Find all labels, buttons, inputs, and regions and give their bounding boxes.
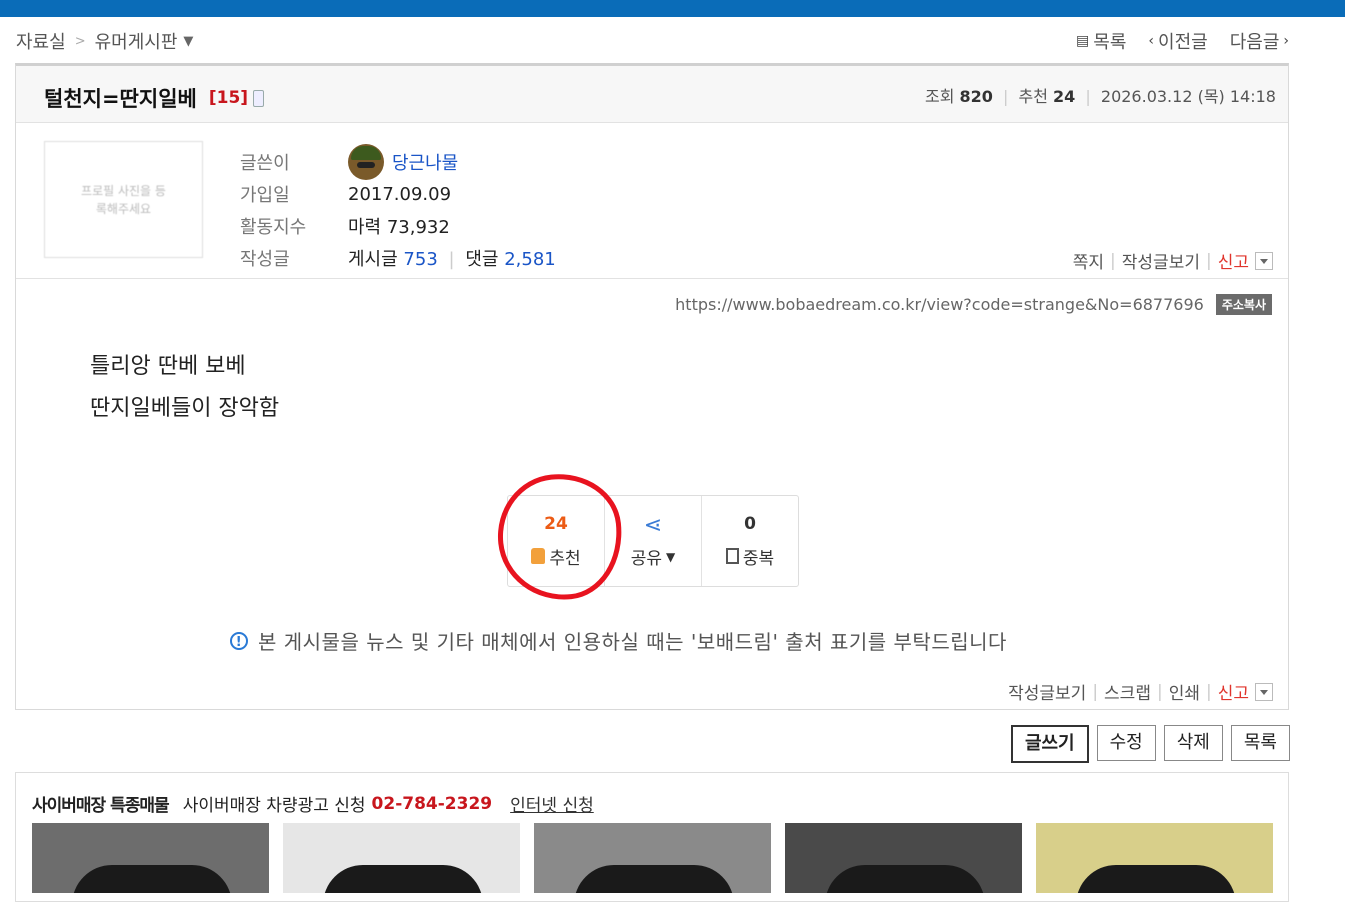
duplicate-count: 0 xyxy=(744,513,756,534)
breadcrumb-root[interactable]: 자료실 xyxy=(16,28,66,54)
list-icon: ▤ xyxy=(1076,33,1090,49)
report-link[interactable]: 신고 xyxy=(1218,248,1249,273)
duplicate-label: 중복 xyxy=(742,548,775,569)
post-body-line: 틀리앙 딴베 보베 xyxy=(90,354,246,379)
citation-notice: ! 본 게시물을 뉴스 및 기타 매체에서 인용하실 때는 '보배드림' 출처 … xyxy=(230,626,1007,655)
post-url: https://www.bobaedream.co.kr/view?code=s… xyxy=(675,294,1272,315)
posts-summary: 게시글 753 | 댓글 2,581 xyxy=(348,249,556,270)
cyber-apply-link[interactable]: 인터넷 신청 xyxy=(510,791,594,816)
post-footer-actions: 작성글보기 | 스크랩 | 인쇄 | 신고 xyxy=(1008,679,1273,704)
car-thumbnail[interactable] xyxy=(534,823,771,893)
write-button[interactable]: 글쓰기 xyxy=(1010,725,1089,763)
activity-value: 마력 73,932 xyxy=(348,217,450,238)
car-thumbnail[interactable] xyxy=(32,823,269,893)
chevron-right-icon: › xyxy=(1283,33,1289,49)
breadcrumb-separator: > xyxy=(74,33,86,49)
avatar xyxy=(348,144,384,180)
nickname-text: 당근나물 xyxy=(392,153,459,174)
edit-button[interactable]: 수정 xyxy=(1096,725,1156,761)
recommend-label: 추천 xyxy=(1018,87,1048,106)
list-label: 목록 xyxy=(1093,32,1127,53)
thumbs-up-icon xyxy=(531,548,546,564)
share-button[interactable]: ⋖ 공유 ▼ xyxy=(605,496,702,586)
board-posts-count[interactable]: 753 xyxy=(403,249,437,270)
citation-notice-text: 본 게시물을 뉴스 및 기타 매체에서 인용하실 때는 '보배드림' 출처 표기… xyxy=(258,630,1007,654)
scrap-link[interactable]: 스크랩 xyxy=(1104,679,1151,704)
post-title: 털천지=딴지일베 [15] xyxy=(44,83,265,113)
breadcrumb: 자료실 > 유머게시판 ▼ xyxy=(16,28,193,54)
view-posts-link[interactable]: 작성글보기 xyxy=(1122,248,1200,273)
board-posts-label: 게시글 xyxy=(348,249,398,270)
delete-button[interactable]: 삭제 xyxy=(1163,725,1223,761)
car-thumbnails xyxy=(32,823,1273,893)
activity-label: 활동지수 xyxy=(240,217,307,238)
print-link[interactable]: 인쇄 xyxy=(1169,679,1200,704)
recommend-count: 24 xyxy=(544,513,568,534)
mobile-icon xyxy=(253,89,265,107)
comment-count[interactable]: [15] xyxy=(209,88,248,108)
profile-photo-placeholder: 프로필 사진을 등록해주세요 xyxy=(44,141,203,258)
chevron-left-icon: ‹ xyxy=(1148,33,1155,49)
dropdown-toggle[interactable] xyxy=(1255,682,1273,701)
car-thumbnail[interactable] xyxy=(283,823,520,893)
join-label: 가입일 xyxy=(240,185,290,206)
divider xyxy=(16,278,1288,279)
caret-down-icon: ▼ xyxy=(666,549,676,564)
top-bar xyxy=(0,0,1345,17)
comments-count[interactable]: 2,581 xyxy=(504,249,556,270)
views-count: 820 xyxy=(959,87,993,106)
recommend-count-meta: 24 xyxy=(1053,87,1076,106)
author-info: 글쓴이 당근나물 가입일 2017.09.09 활동지수 마력 73,932 작… xyxy=(240,144,556,274)
list-button[interactable]: 목록 xyxy=(1230,725,1290,761)
post-body-line: 딴지일베들이 장악함 xyxy=(90,396,280,421)
dropdown-toggle[interactable] xyxy=(1255,251,1273,270)
cyber-store-header: 사이버매장 특종매물 사이버매장 차량광고 신청 02-784-2329 인터넷… xyxy=(32,791,594,817)
car-thumbnail[interactable] xyxy=(785,823,1022,893)
next-link[interactable]: 다음글 › xyxy=(1230,28,1289,54)
share-label: 공유 xyxy=(630,549,663,569)
document-icon xyxy=(725,548,739,564)
author-nickname[interactable]: 당근나물 xyxy=(348,144,458,180)
cyber-store-section: 사이버매장 특종매물 사이버매장 차량광고 신청 02-784-2329 인터넷… xyxy=(15,772,1289,902)
post-title-text: 털천지=딴지일베 xyxy=(44,87,197,111)
car-thumbnail[interactable] xyxy=(1036,823,1273,893)
posts-label: 작성글 xyxy=(240,249,290,270)
post-navigation: ▤ 목록 ‹ 이전글 다음글 › xyxy=(1076,28,1289,54)
comments-label: 댓글 xyxy=(465,249,499,270)
post-body: 틀리앙 딴베 보베 딴지일베들이 장악함 xyxy=(90,346,279,430)
chevron-down-icon[interactable]: ▼ xyxy=(183,34,193,49)
post-container: 털천지=딴지일베 [15] 조회 820 | 추천 24 | 2026.03.1… xyxy=(15,63,1289,710)
message-link[interactable]: 쪽지 xyxy=(1073,248,1104,273)
report-link[interactable]: 신고 xyxy=(1218,679,1249,704)
info-icon: ! xyxy=(230,631,248,650)
cyber-ad-text: 사이버매장 차량광고 신청 xyxy=(182,796,366,816)
cyber-store-title: 사이버매장 특종매물 xyxy=(32,796,170,816)
writer-label: 글쓴이 xyxy=(240,153,290,174)
cyber-phone: 02-784-2329 xyxy=(371,793,493,814)
author-actions: 쪽지 | 작성글보기 | 신고 xyxy=(1073,248,1273,273)
post-meta: 조회 820 | 추천 24 | 2026.03.12 (목) 14:18 xyxy=(924,87,1276,106)
next-label: 다음글 xyxy=(1229,32,1280,53)
breadcrumb-board[interactable]: 유머게시판 xyxy=(95,28,178,54)
recommend-label: 추천 xyxy=(549,548,581,569)
post-url-text: https://www.bobaedream.co.kr/view?code=s… xyxy=(675,295,1204,314)
recommend-button[interactable]: 24 추천 xyxy=(508,496,605,586)
post-header: 털천지=딴지일베 [15] 조회 820 | 추천 24 | 2026.03.1… xyxy=(16,66,1288,123)
prev-label: 이전글 xyxy=(1158,32,1208,53)
reaction-box: 24 추천 ⋖ 공유 ▼ 0 중복 xyxy=(507,495,799,587)
view-posts-link[interactable]: 작성글보기 xyxy=(1008,679,1086,704)
profile-placeholder-text: 프로필 사진을 등록해주세요 xyxy=(81,183,166,216)
duplicate-button[interactable]: 0 중복 xyxy=(702,496,798,586)
post-buttons: 글쓰기 수정 삭제 목록 xyxy=(1010,725,1290,763)
post-date: 2026.03.12 (목) 14:18 xyxy=(1100,87,1276,106)
copy-url-button[interactable]: 주소복사 xyxy=(1215,294,1272,315)
list-link[interactable]: ▤ 목록 xyxy=(1076,28,1126,54)
views-label: 조회 xyxy=(924,87,955,106)
share-icon: ⋖ xyxy=(643,513,663,538)
join-date: 2017.09.09 xyxy=(348,183,452,205)
prev-link[interactable]: ‹ 이전글 xyxy=(1148,28,1207,54)
